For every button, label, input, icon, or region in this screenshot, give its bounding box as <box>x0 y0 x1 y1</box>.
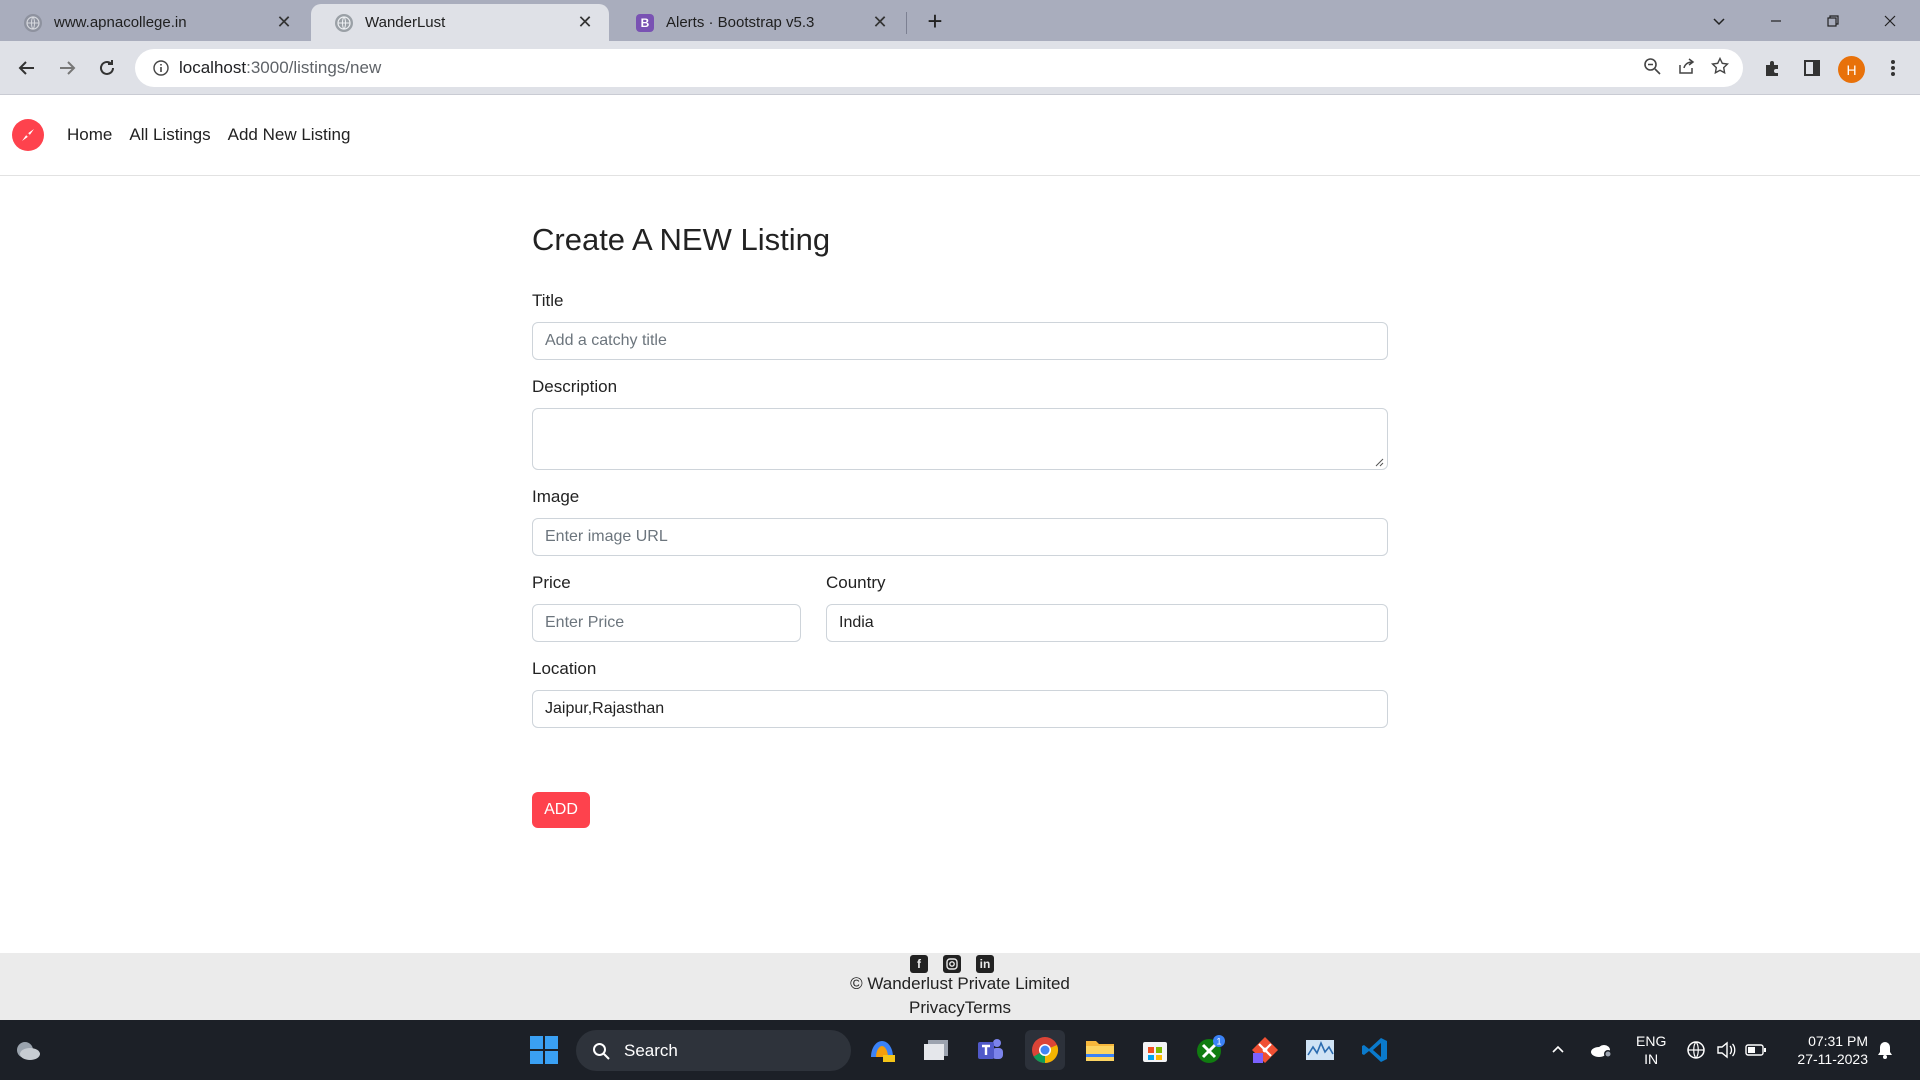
resource-monitor-icon[interactable] <box>1300 1030 1340 1070</box>
zoom-icon[interactable] <box>1643 57 1661 80</box>
globe-icon <box>24 13 42 32</box>
language-code: ENG <box>1636 1033 1667 1049</box>
browser-toolbar: localhost:3000/listings/new H <box>0 41 1920 95</box>
back-button[interactable] <box>10 51 44 85</box>
add-button[interactable]: ADD <box>532 792 590 828</box>
close-tab-icon[interactable]: ✕ <box>575 12 595 33</box>
tab-apnacollege[interactable]: www.apnacollege.in ✕ <box>0 4 308 41</box>
teams-icon[interactable] <box>970 1030 1010 1070</box>
site-footer: f in © Wanderlust Private Limited Privac… <box>0 953 1920 1020</box>
country-label: Country <box>826 573 886 592</box>
input-language[interactable]: ENG IN <box>1636 1032 1666 1068</box>
restore-button[interactable] <box>1805 0 1861 41</box>
battery-icon[interactable] <box>1745 1020 1767 1080</box>
title-input[interactable]: Add a catchy title <box>532 322 1388 360</box>
new-tab-button[interactable]: + <box>920 6 950 36</box>
tab-wanderlust[interactable]: WanderLust ✕ <box>311 4 609 41</box>
side-panel-icon[interactable] <box>1795 51 1829 85</box>
notification-badge: 1 <box>1216 1037 1221 1047</box>
copilot-icon[interactable] <box>862 1030 902 1070</box>
bootstrap-icon: B <box>636 13 654 32</box>
file-explorer-icon[interactable] <box>1080 1030 1120 1070</box>
share-icon[interactable] <box>1677 57 1695 80</box>
title-label: Title <box>532 291 564 310</box>
profile-avatar[interactable]: H <box>1838 56 1865 83</box>
taskbar-search[interactable]: Search <box>576 1030 851 1071</box>
globe-icon <box>335 13 353 32</box>
site-navbar: Home All Listings Add New Listing <box>0 95 1920 176</box>
price-input[interactable]: Enter Price <box>532 604 801 642</box>
notification-bell-icon[interactable] <box>1876 1020 1894 1080</box>
forward-button[interactable] <box>50 51 84 85</box>
search-icon <box>593 1042 610 1060</box>
page-title: Create A NEW Listing <box>532 222 831 257</box>
compass-logo-icon[interactable] <box>12 119 44 151</box>
onedrive-cloud-icon[interactable] <box>1589 1020 1613 1080</box>
resize-grip-icon[interactable] <box>1375 458 1384 467</box>
close-window-button[interactable] <box>1862 0 1918 41</box>
show-hidden-icons-chevron-icon[interactable] <box>1551 1020 1565 1080</box>
country-input[interactable]: India <box>826 604 1388 642</box>
copyright-text: © Wanderlust Private Limited <box>850 974 1070 993</box>
location-label: Location <box>532 659 597 678</box>
description-textarea[interactable] <box>532 408 1388 470</box>
image-url-input[interactable]: Enter image URL <box>532 518 1388 556</box>
instagram-icon[interactable] <box>943 955 961 973</box>
social-links: f in <box>910 955 994 973</box>
nav-home-link[interactable]: Home <box>67 125 112 145</box>
vscode-icon[interactable] <box>1355 1030 1395 1070</box>
address-bar[interactable]: localhost:3000/listings/new <box>135 49 1743 87</box>
browser-tab-strip: www.apnacollege.in ✕ WanderLust ✕ B Aler… <box>0 0 1920 41</box>
system-clock[interactable]: 07:31 PM 27-11-2023 <box>1786 1032 1868 1068</box>
windows-start-icon[interactable] <box>524 1030 564 1070</box>
network-globe-icon[interactable] <box>1686 1020 1706 1080</box>
price-label: Price <box>532 573 571 592</box>
tab-title: WanderLust <box>365 14 446 31</box>
region-code: IN <box>1644 1051 1659 1067</box>
xbox-icon[interactable]: 1 <box>1190 1030 1230 1070</box>
windows-taskbar: Search 1 ENG IN 07:31 PM 27-11-2023 <box>0 1020 1920 1080</box>
privacy-terms-links[interactable]: PrivacyTerms <box>0 998 1920 1018</box>
nav-all-listings-link[interactable]: All Listings <box>129 125 210 145</box>
facebook-icon[interactable]: f <box>910 955 928 973</box>
tab-title: www.apnacollege.in <box>54 14 187 31</box>
clock-date: 27-11-2023 <box>1797 1051 1868 1067</box>
chrome-icon[interactable] <box>1025 1030 1065 1070</box>
site-info-icon[interactable] <box>143 60 179 76</box>
weather-cloud-icon[interactable] <box>8 1030 48 1070</box>
url-text: localhost:3000/listings/new <box>179 58 381 78</box>
tab-search-chevron-icon[interactable] <box>1691 0 1747 41</box>
close-tab-icon[interactable]: ✕ <box>870 12 890 33</box>
reload-button[interactable] <box>90 51 124 85</box>
tab-divider <box>906 12 907 34</box>
bookmark-star-icon[interactable] <box>1710 56 1730 80</box>
image-label: Image <box>532 487 580 506</box>
git-icon[interactable] <box>1245 1030 1285 1070</box>
minimize-button[interactable] <box>1748 0 1804 41</box>
close-tab-icon[interactable]: ✕ <box>274 12 294 33</box>
linkedin-icon[interactable]: in <box>976 955 994 973</box>
tab-bootstrap-alerts[interactable]: B Alerts · Bootstrap v5.3 ✕ <box>612 4 904 41</box>
url-path: :3000/listings/new <box>246 58 382 77</box>
nav-add-new-listing-link[interactable]: Add New Listing <box>228 125 351 145</box>
location-input[interactable]: Jaipur,Rajasthan <box>532 690 1388 728</box>
clock-time: 07:31 PM <box>1808 1033 1868 1049</box>
task-view-icon[interactable] <box>916 1030 956 1070</box>
extensions-puzzle-icon[interactable] <box>1755 51 1789 85</box>
tab-title: Alerts · Bootstrap v5.3 <box>666 14 815 31</box>
menu-kebab-icon[interactable] <box>1876 51 1910 85</box>
search-label: Search <box>624 1040 678 1060</box>
url-host: localhost <box>179 58 247 77</box>
volume-icon[interactable] <box>1716 1020 1736 1080</box>
description-label: Description <box>532 377 618 396</box>
microsoft-store-icon[interactable] <box>1135 1030 1175 1070</box>
